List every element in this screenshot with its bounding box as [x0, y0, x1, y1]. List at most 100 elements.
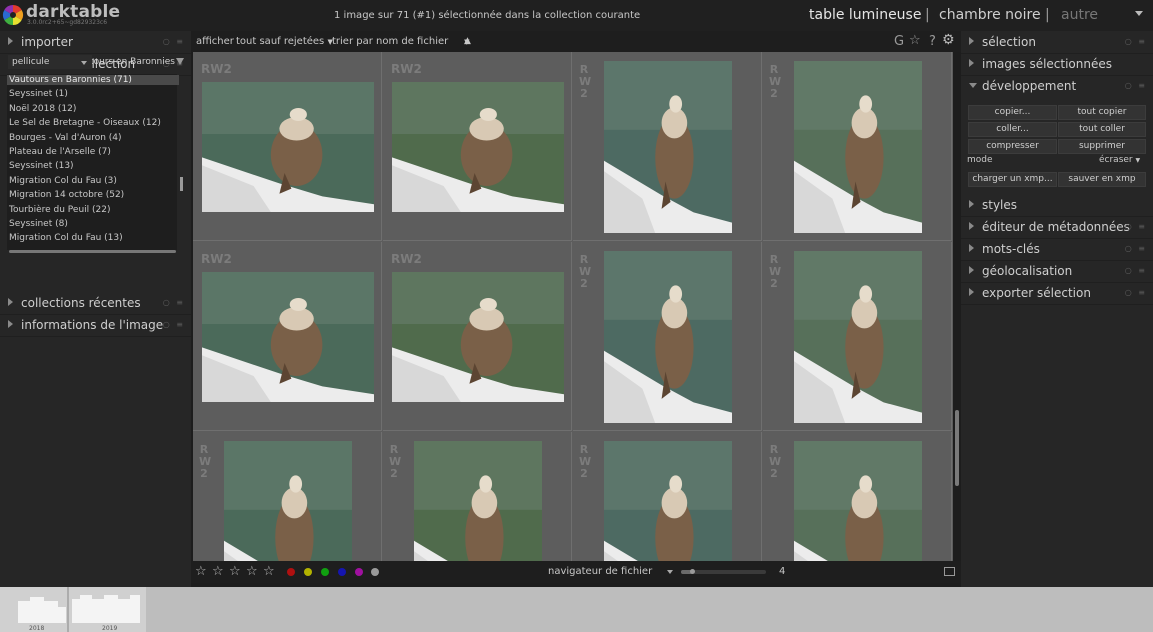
vulture-photo-thumbnail[interactable]	[604, 61, 732, 233]
module-reset-icon[interactable]: ○ ≡	[1125, 266, 1147, 275]
module-reset-icon[interactable]: ○ ≡	[163, 320, 185, 329]
help-icon[interactable]: ?	[929, 34, 936, 49]
sort-order-icon[interactable]: ▲	[464, 36, 471, 46]
module-tags[interactable]: mots-clés ○ ≡	[961, 238, 1153, 261]
collection-item[interactable]: Noël 2018 (12)	[9, 104, 76, 114]
collection-list-scrollbar[interactable]	[180, 177, 183, 191]
view-other[interactable]: autre	[1061, 7, 1098, 23]
vulture-photo-thumbnail[interactable]	[202, 272, 374, 402]
thumbnail-cell[interactable]: RW2	[193, 242, 382, 431]
grouping-icon[interactable]: G	[894, 34, 904, 49]
module-development[interactable]: développement ○ ≡	[961, 75, 1153, 97]
display-profile-icon[interactable]	[944, 567, 955, 576]
color-label-blue[interactable]	[338, 568, 346, 576]
paste-button[interactable]: coller...	[968, 122, 1057, 137]
module-image-information[interactable]: informations de l'image ○ ≡	[0, 314, 191, 337]
collection-item[interactable]: Vautours en Baronnies (71)	[7, 75, 179, 85]
color-label-red[interactable]	[287, 568, 295, 576]
thumbnail-cell[interactable]: RW2	[763, 52, 952, 241]
lighttable-scrollbar[interactable]	[955, 410, 959, 486]
vulture-photo-thumbnail[interactable]	[794, 251, 922, 423]
lighttable-grid[interactable]: RW2 RW2 RW2 RW2 RW2 RW2 RW2 RW2 RW2 RW2 RW2 RW2	[193, 52, 953, 561]
module-reset-icon[interactable]: ○ ≡	[1125, 81, 1147, 90]
thumbnail-cell[interactable]: RW2	[763, 242, 952, 431]
view-lighttable[interactable]: table lumineuse	[809, 7, 921, 23]
module-reset-icon[interactable]: ○ ≡	[163, 298, 185, 307]
collection-item[interactable]: Migration Col du Fau (13)	[9, 233, 123, 243]
chevron-down-icon[interactable]	[667, 570, 673, 574]
save-xmp-button[interactable]: sauver en xmp	[1058, 172, 1146, 187]
chevron-down-icon[interactable]	[81, 61, 87, 65]
load-xmp-button[interactable]: charger un xmp...	[968, 172, 1057, 187]
module-selected-images[interactable]: images sélectionnées	[961, 53, 1153, 76]
thumbnail-cell[interactable]: RW2	[383, 52, 572, 241]
star-2-icon[interactable]: ☆	[212, 564, 224, 579]
color-label-yellow[interactable]	[304, 568, 312, 576]
thumbnail-cell[interactable]: RW2	[763, 432, 952, 561]
star-4-icon[interactable]: ☆	[246, 564, 258, 579]
collection-item[interactable]: Migration 14 octobre (52)	[9, 190, 124, 200]
module-import[interactable]: importer ○ ≡	[0, 31, 191, 54]
collection-item[interactable]: Tourbière du Peuil (22)	[9, 205, 111, 215]
module-reset-icon[interactable]: ○ ≡	[163, 37, 185, 46]
thumbnail-cell[interactable]: RW2	[573, 52, 762, 241]
vulture-photo-thumbnail[interactable]	[224, 441, 352, 561]
filter-dropdown-icon[interactable]	[176, 58, 184, 65]
module-reset-icon[interactable]: ○ ≡	[1125, 288, 1147, 297]
thumbnail-cell[interactable]: RW2	[573, 432, 762, 561]
vulture-photo-thumbnail[interactable]	[392, 82, 564, 212]
thumbnail-cell[interactable]: RW2	[193, 52, 382, 241]
module-recent-collections[interactable]: collections récentes ○ ≡	[0, 292, 191, 315]
collection-item[interactable]: Migration Col du Fau (3)	[9, 176, 117, 186]
zoom-slider-handle[interactable]	[690, 569, 695, 574]
delete-button[interactable]: supprimer	[1058, 139, 1146, 154]
collection-item[interactable]: Seyssinet (1)	[9, 89, 68, 99]
thumbnail-cell[interactable]: RW2	[193, 432, 382, 561]
star-1-icon[interactable]: ☆	[195, 564, 207, 579]
star-5-icon[interactable]: ☆	[263, 564, 275, 579]
module-reset-icon[interactable]: ○ ≡	[1125, 37, 1147, 46]
module-export[interactable]: exporter sélection ○ ≡	[961, 282, 1153, 305]
thumbnail-cell[interactable]: RW2	[383, 432, 572, 561]
thumbnail-cell[interactable]: RW2	[573, 242, 762, 431]
collection-item[interactable]: Seyssinet (13)	[9, 161, 74, 171]
copy-button[interactable]: copier...	[968, 105, 1057, 120]
settings-icon[interactable]: ⚙	[942, 32, 955, 48]
vulture-photo-thumbnail[interactable]	[392, 272, 564, 402]
star-overlay-icon[interactable]: ☆	[909, 33, 921, 48]
color-label-purple[interactable]	[355, 568, 363, 576]
module-reset-icon[interactable]: ○ ≡	[1125, 222, 1147, 231]
color-label-green[interactable]	[321, 568, 329, 576]
view-darkroom[interactable]: chambre noire	[939, 7, 1041, 23]
rating-filter-select[interactable]: tout sauf rejetées ▼	[236, 36, 333, 47]
mode-select[interactable]: écraser ▼	[1099, 155, 1140, 165]
star-3-icon[interactable]: ☆	[229, 564, 241, 579]
module-metadata-editor[interactable]: éditeur de métadonnées ○ ≡	[961, 216, 1153, 239]
module-geolocation[interactable]: géolocalisation ○ ≡	[961, 260, 1153, 283]
thumbnail-cell[interactable]: RW2	[383, 242, 572, 431]
vulture-photo-thumbnail[interactable]	[604, 441, 732, 561]
property-select[interactable]: pellicule	[8, 55, 92, 69]
views-dropdown-icon[interactable]	[1135, 11, 1143, 16]
compress-button[interactable]: compresser	[968, 139, 1057, 154]
timeline[interactable]	[0, 587, 1153, 632]
collection-item[interactable]: Plateau de l'Arselle (7)	[9, 147, 111, 157]
collection-item[interactable]: Bourges - Val d'Auron (4)	[9, 133, 122, 143]
collection-list-hscrollbar[interactable]	[9, 250, 176, 253]
vulture-photo-thumbnail[interactable]	[202, 82, 374, 212]
collection-search-input[interactable]: Vautours en Baronnies	[92, 55, 175, 69]
copy-all-button[interactable]: tout copier	[1058, 105, 1146, 120]
vulture-photo-thumbnail[interactable]	[794, 441, 922, 561]
collection-item[interactable]: Seyssinet (8)	[9, 219, 68, 229]
paste-all-button[interactable]: tout coller	[1058, 122, 1146, 137]
collection-item[interactable]: Le Sel de Bretagne - Oiseaux (12)	[9, 118, 161, 128]
vulture-photo-thumbnail[interactable]	[414, 441, 542, 561]
module-reset-icon[interactable]: ○ ≡	[1125, 244, 1147, 253]
vulture-photo-thumbnail[interactable]	[604, 251, 732, 423]
sort-select[interactable]: nom de fichier ▼	[376, 36, 470, 47]
vulture-photo-thumbnail[interactable]	[794, 61, 922, 233]
layout-select[interactable]: navigateur de fichier	[548, 566, 652, 577]
module-styles[interactable]: styles	[961, 194, 1153, 217]
module-selection[interactable]: sélection ○ ≡	[961, 31, 1153, 54]
color-label-gray[interactable]	[371, 568, 379, 576]
